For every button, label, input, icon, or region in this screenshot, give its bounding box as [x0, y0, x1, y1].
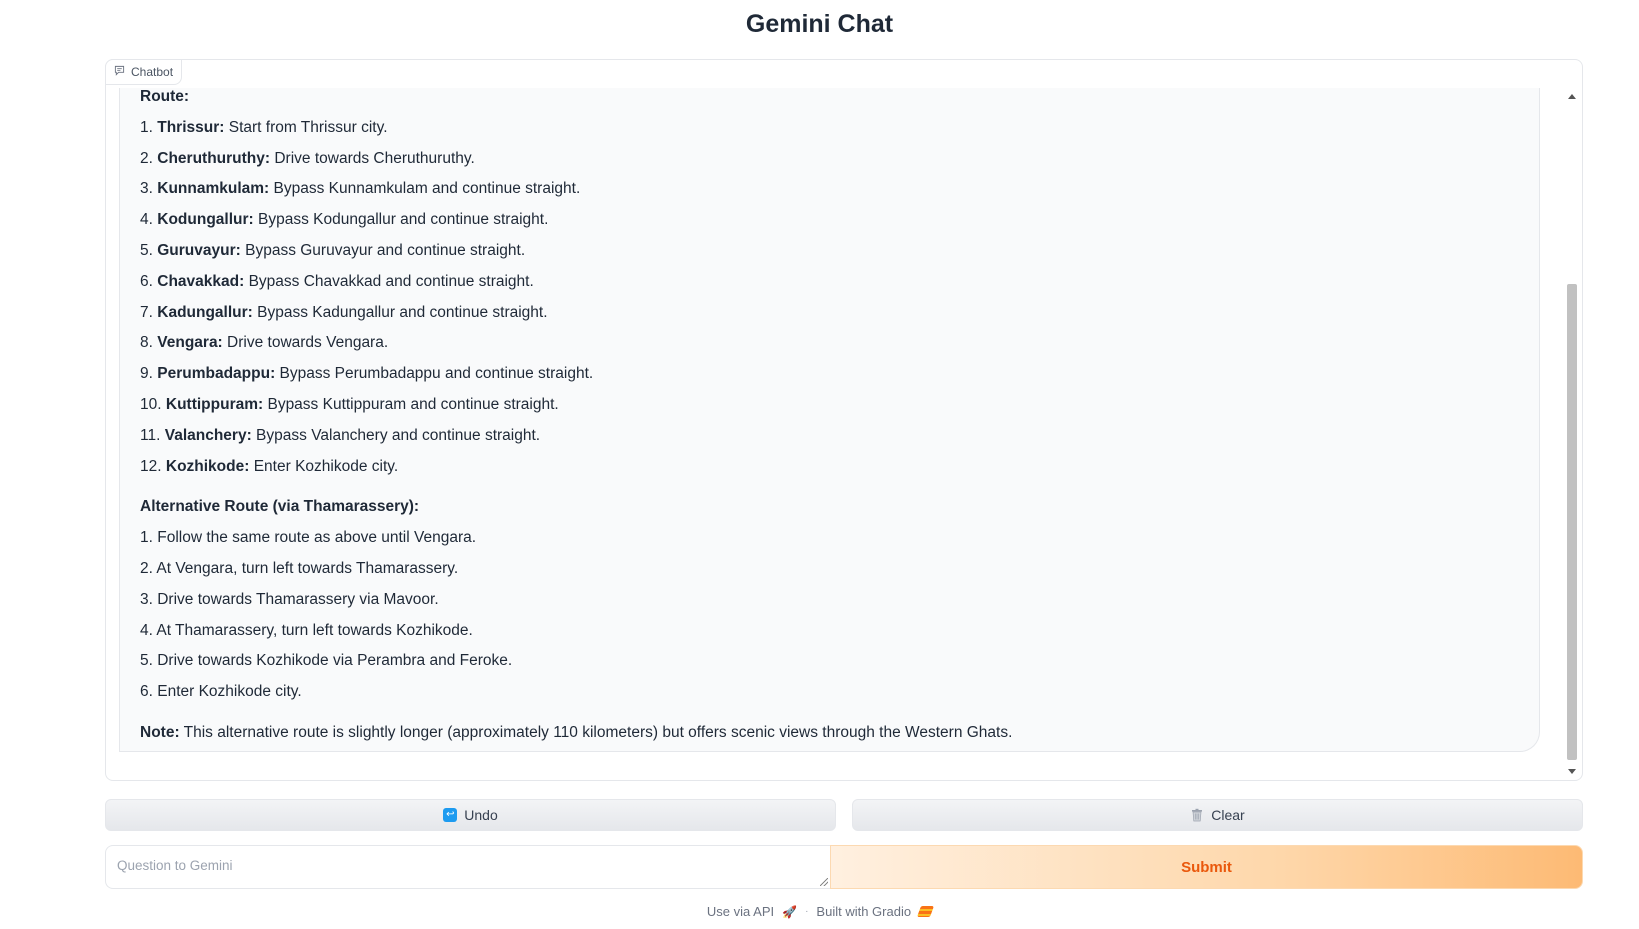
question-input-wrapper	[105, 845, 830, 889]
list-item: 5. Drive towards Kozhikode via Perambra …	[140, 652, 513, 670]
scroll-up-arrow-icon[interactable]	[1568, 94, 1576, 99]
chat-scroll-area[interactable]: Route: 1. Thrissur: Start from Thrissur …	[119, 88, 1564, 754]
question-input[interactable]	[106, 846, 830, 888]
list-item: 3. Kunnamkulam: Bypass Kunnamkulam and c…	[140, 180, 581, 198]
route-heading: Route:	[140, 88, 190, 105]
list-item: 1. Follow the same route as above until …	[140, 529, 477, 547]
list-item: 11. Valanchery: Bypass Valanchery and co…	[140, 426, 541, 444]
chat-bubble-icon	[114, 65, 125, 79]
list-item: 6. Enter Kozhikode city.	[140, 683, 302, 701]
built-with-gradio-link[interactable]: Built with Gradio	[816, 904, 911, 919]
undo-button[interactable]: ↩ Undo	[105, 799, 836, 831]
note-text: This alternative route is slightly longe…	[179, 723, 1013, 741]
chat-scrollbar[interactable]	[1565, 90, 1579, 778]
list-item: 9. Perumbadappu: Bypass Perumbadappu and…	[140, 365, 594, 383]
route-list: 1. Thrissur: Start from Thrissur city. 2…	[140, 113, 1519, 483]
bot-message: Route: 1. Thrissur: Start from Thrissur …	[119, 88, 1540, 752]
list-item: 5. Guruvayur: Bypass Guruvayur and conti…	[140, 241, 526, 259]
list-item: 1. Thrissur: Start from Thrissur city.	[140, 118, 388, 136]
list-item: 12. Kozhikode: Enter Kozhikode city.	[140, 457, 399, 475]
gradio-logo-icon	[917, 906, 935, 917]
clear-button-label: Clear	[1211, 807, 1245, 823]
footer: Use via API 🚀 · Built with Gradio	[0, 904, 1639, 919]
chatbot-panel: Chatbot Route: 1. Thrissur: Start from T…	[105, 59, 1583, 781]
scroll-thumb[interactable]	[1567, 284, 1577, 760]
scroll-down-arrow-icon[interactable]	[1568, 769, 1576, 774]
list-item: 10. Kuttippuram: Bypass Kuttippuram and …	[140, 395, 559, 413]
page-title: Gemini Chat	[745, 10, 894, 38]
use-via-api-link[interactable]: Use via API	[707, 904, 774, 919]
note-label: Note:	[140, 723, 180, 741]
undo-icon: ↩	[443, 808, 458, 822]
list-item: 4. At Thamarassery, turn left towards Ko…	[140, 621, 473, 639]
list-item: 3. Drive towards Thamarassery via Mavoor…	[140, 590, 439, 608]
submit-button[interactable]: Submit	[830, 845, 1583, 889]
chatbot-label-text: Chatbot	[131, 65, 174, 79]
clear-button[interactable]: Clear	[852, 799, 1583, 831]
list-item: 4. Kodungallur: Bypass Kodungallur and c…	[140, 211, 549, 229]
trash-icon	[1190, 808, 1204, 822]
undo-button-label: Undo	[464, 807, 498, 823]
list-item: 2. Cheruthuruthy: Drive towards Cheruthu…	[140, 149, 475, 167]
chatbot-label: Chatbot	[105, 59, 183, 85]
list-item: 6. Chavakkad: Bypass Chavakkad and conti…	[140, 272, 534, 290]
list-item: 2. At Vengara, turn left towards Thamara…	[140, 559, 459, 577]
alt-route-list: 1. Follow the same route as above until …	[140, 523, 1519, 708]
alt-route-heading: Alternative Route (via Thamarassery):	[140, 498, 420, 516]
rocket-icon: 🚀	[782, 904, 798, 919]
note: Note: This alternative route is slightly…	[140, 718, 1519, 749]
list-item: 8. Vengara: Drive towards Vengara.	[140, 334, 389, 352]
resize-handle-icon[interactable]	[820, 878, 828, 886]
footer-separator: ·	[805, 906, 809, 917]
list-item: 7. Kadungallur: Bypass Kadungallur and c…	[140, 303, 548, 321]
